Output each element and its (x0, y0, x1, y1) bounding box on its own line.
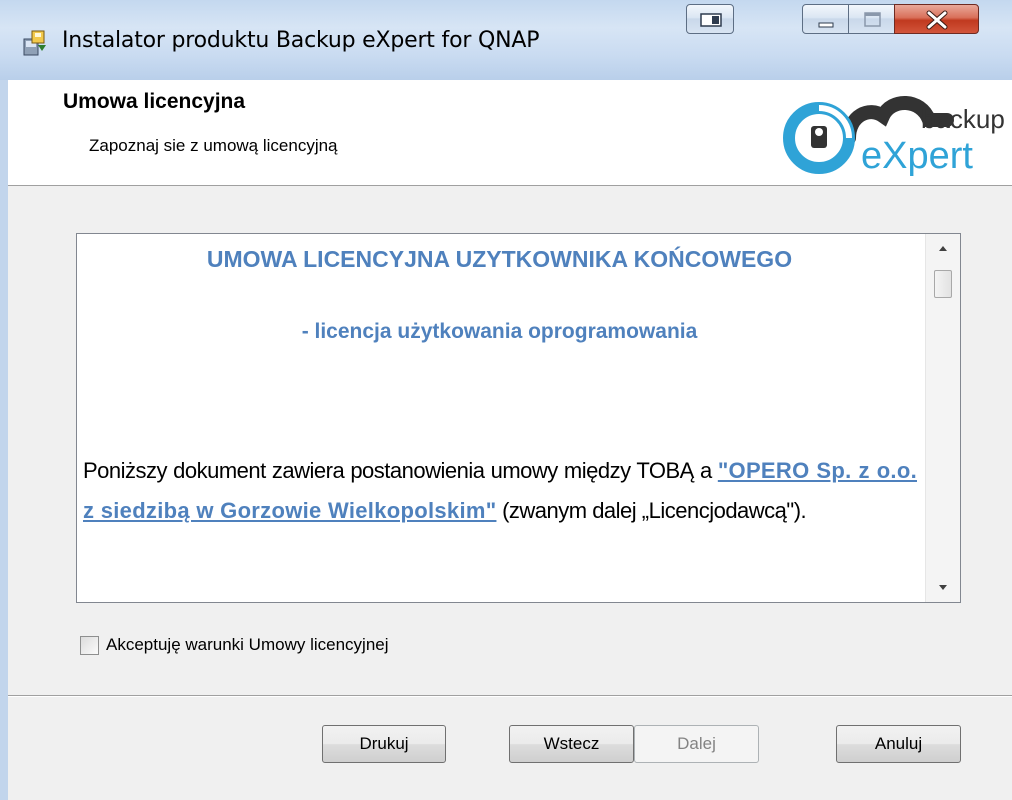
logo-text-bottom: eXpert (861, 135, 973, 177)
minimize-button[interactable] (802, 4, 849, 34)
footer-divider-highlight (8, 696, 1012, 697)
license-heading: UMOWA LICENCYJNA UZYTKOWNIKA KOŃCOWEGO (206, 246, 793, 272)
accept-license-checkbox[interactable] (80, 636, 99, 655)
page-title: Umowa licencyjna (63, 90, 246, 113)
maximize-button[interactable] (848, 4, 895, 34)
license-scrollbar[interactable] (925, 234, 960, 602)
installer-icon (23, 30, 46, 56)
backup-expert-logo: backup eXpert (783, 96, 1005, 177)
page-header: Umowa licencyjna Zapoznaj sie z umową li… (8, 80, 1012, 186)
window-title: Instalator produktu Backup eXpert for QN… (62, 28, 540, 53)
logo-text-top: backup (921, 104, 1005, 134)
minimize-icon (818, 22, 834, 28)
scroll-down-icon[interactable] (926, 574, 960, 602)
window-layout-icon (700, 13, 722, 27)
scroll-up-icon[interactable] (926, 234, 960, 262)
print-button[interactable]: Drukuj (322, 725, 446, 763)
license-paragraph: Poniższy dokument zawiera postanowienia … (83, 451, 917, 531)
license-text-box[interactable]: UMOWA LICENCYJNA UZYTKOWNIKA KOŃCOWEGO -… (76, 233, 961, 603)
scroll-thumb[interactable] (934, 270, 952, 298)
next-button[interactable]: Dalej (634, 725, 759, 763)
license-paragraph-end: (zwanym dalej „Licencjodawcą"). (496, 498, 807, 523)
license-paragraph-start: Poniższy dokument zawiera postanowienia … (83, 458, 718, 483)
license-subheading: - licencja użytkowania oprogramowania (301, 320, 698, 343)
accept-license-label[interactable]: Akceptuję warunki Umowy licencyjnej (106, 635, 389, 655)
window-frame-left (0, 80, 8, 800)
window-titlebar[interactable]: Instalator produktu Backup eXpert for QN… (0, 0, 1012, 80)
aux-window-button[interactable] (686, 4, 734, 34)
back-button[interactable]: Wstecz (509, 725, 634, 763)
close-icon (926, 10, 948, 30)
close-button[interactable] (894, 4, 979, 34)
page-subtitle: Zapoznaj sie z umową licencyjną (89, 136, 338, 155)
maximize-icon (864, 12, 881, 27)
cancel-button[interactable]: Anuluj (836, 725, 961, 763)
